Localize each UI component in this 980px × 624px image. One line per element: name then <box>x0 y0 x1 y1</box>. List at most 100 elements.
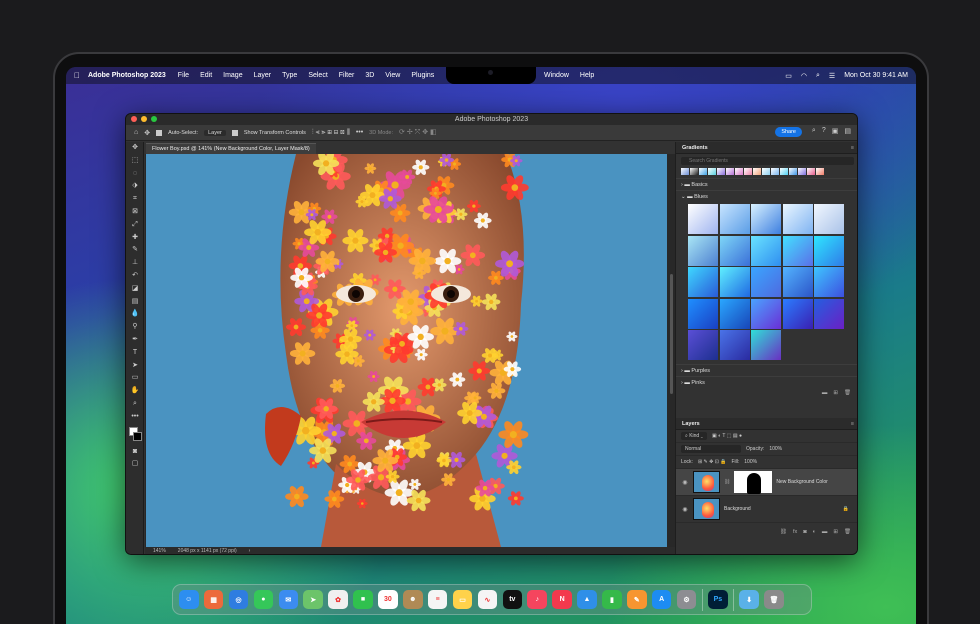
auto-select-dropdown[interactable]: Layer <box>204 129 226 136</box>
dodge-tool-icon[interactable]: ⚲ <box>126 321 144 334</box>
menu-file[interactable]: File <box>178 72 189 79</box>
app-name-menu[interactable]: Adobe Photoshop 2023 <box>88 72 166 79</box>
document-tab[interactable]: Flower Boy.psd @ 141% (New Background Co… <box>146 143 316 154</box>
gradient-swatch[interactable] <box>688 267 718 297</box>
3d-tools-icons[interactable]: ⟳ ✢ ⤧ ✥ ◧ <box>399 128 437 137</box>
move-tool-icon[interactable]: ✥ <box>144 129 150 137</box>
gradient-swatch[interactable] <box>717 168 725 175</box>
menu-plugins[interactable]: Plugins <box>411 72 434 79</box>
fx-icon[interactable]: fx <box>793 527 797 537</box>
gradients-tab[interactable]: Gradients ≡ <box>676 142 857 154</box>
hand-tool-icon[interactable]: ✋ <box>126 385 144 398</box>
notes-icon[interactable]: ▭ <box>452 589 473 610</box>
photos-icon[interactable]: ✿ <box>328 589 348 610</box>
tv-icon[interactable]: tv <box>502 589 523 610</box>
clock[interactable]: Mon Oct 30 9:41 AM <box>844 72 908 79</box>
healing-brush-tool-icon[interactable]: ✚ <box>126 232 144 245</box>
delete-icon[interactable]: 🗑 <box>844 388 851 398</box>
menu-help[interactable]: Help <box>580 72 594 79</box>
auto-select-checkbox[interactable] <box>156 129 163 136</box>
rectangle-tool-icon[interactable]: ▭ <box>126 372 144 385</box>
history-brush-tool-icon[interactable]: ↶ <box>126 270 144 283</box>
messages-icon[interactable]: ● <box>253 589 274 610</box>
frame-tool-icon[interactable]: ⊠ <box>126 206 144 219</box>
new-group-icon[interactable]: ▬ <box>822 527 828 537</box>
kind-filter-dropdown[interactable]: ⌕ Kind ⌄ <box>681 432 707 440</box>
gradient-swatch[interactable] <box>719 330 750 360</box>
new-layer-icon[interactable]: ⊞ <box>833 527 838 537</box>
gradient-swatch[interactable] <box>782 204 813 234</box>
minimize-window-button[interactable] <box>141 116 147 122</box>
gradient-swatch[interactable] <box>681 168 689 175</box>
zoom-window-button[interactable] <box>151 116 157 122</box>
gradient-search-input[interactable]: Search Gradients <box>681 157 854 165</box>
numbers-icon[interactable]: ▮ <box>602 589 622 610</box>
gradient-swatch[interactable] <box>719 235 750 266</box>
gradient-swatch[interactable] <box>708 168 716 175</box>
color-swatches-icon[interactable] <box>126 424 144 446</box>
pen-tool-icon[interactable]: ✒ <box>126 334 144 347</box>
gradient-swatch[interactable] <box>719 267 750 297</box>
marquee-tool-icon[interactable]: ⬚ <box>126 155 144 168</box>
menu-filter[interactable]: Filter <box>339 72 355 79</box>
music-icon[interactable]: ♪ <box>527 589 547 610</box>
crop-tool-icon[interactable]: ⌗ <box>126 193 144 206</box>
align-icons[interactable]: ⫶ ⫷ ⫸ ⊞ ⊟ ⊠ ⫼ <box>312 129 350 137</box>
launchpad-icon[interactable]: ▦ <box>203 589 224 610</box>
layer-new-background-color[interactable]: ◉ ⛓ New Background Color <box>676 469 857 496</box>
help-icon[interactable]: ? <box>822 127 826 135</box>
gradient-swatch[interactable] <box>814 235 844 266</box>
gradient-swatch[interactable] <box>735 168 743 175</box>
panel-menu-icon[interactable]: ≡ <box>851 418 854 430</box>
mail-icon[interactable]: ✉ <box>278 589 299 610</box>
system-settings-icon[interactable]: ⚙ <box>676 589 697 610</box>
news-icon[interactable]: N <box>552 589 572 610</box>
gradient-swatch[interactable] <box>688 204 718 234</box>
gradient-swatch[interactable] <box>726 168 734 175</box>
visibility-eye-icon[interactable]: ◉ <box>681 479 689 486</box>
gradient-swatch[interactable] <box>699 168 707 175</box>
panel-menu-icon[interactable]: ≡ <box>851 142 854 154</box>
search-icon[interactable]: ⌕ <box>812 127 816 135</box>
finder-icon[interactable]: ☺ <box>179 589 199 610</box>
gradient-swatch[interactable] <box>807 168 815 175</box>
eraser-tool-icon[interactable]: ◪ <box>126 283 144 296</box>
lock-icons[interactable]: ⊞ ✎ ✥ ⊡ 🔒 <box>698 456 727 469</box>
link-icon[interactable]: ⛓ <box>724 479 730 485</box>
share-button[interactable]: Share <box>775 127 802 137</box>
zoom-level[interactable]: 141% <box>153 547 166 554</box>
safari-icon[interactable]: ◎ <box>228 589 249 610</box>
gradient-swatch[interactable] <box>782 267 813 297</box>
menu-edit[interactable]: Edit <box>200 72 212 79</box>
gradient-swatch[interactable] <box>688 235 718 266</box>
freeform-icon[interactable]: ∿ <box>477 589 498 610</box>
edit-toolbar-icon[interactable]: ••• <box>126 411 144 424</box>
gradient-swatch[interactable] <box>751 298 781 329</box>
more-options-icon[interactable]: ••• <box>356 129 363 136</box>
layer-name[interactable]: New Background Color <box>776 479 827 485</box>
cast-icon[interactable]: ▭ <box>785 72 792 80</box>
contacts-icon[interactable]: ☻ <box>403 589 423 610</box>
transform-controls-checkbox[interactable] <box>231 129 238 136</box>
gradient-swatch[interactable] <box>816 168 824 175</box>
move-tool-icon[interactable]: ✥ <box>126 142 144 155</box>
folder-pinks[interactable]: › ▬ Pinks <box>676 376 857 388</box>
gradient-swatch[interactable] <box>753 168 761 175</box>
screen-mode-icon[interactable]: ▢ <box>126 458 144 471</box>
brush-tool-icon[interactable]: ✎ <box>126 244 144 257</box>
document-photo[interactable] <box>146 154 667 547</box>
facetime-icon[interactable]: ■ <box>353 589 373 610</box>
menu-window[interactable]: Window <box>544 72 569 79</box>
canvas-area[interactable] <box>145 154 675 547</box>
layers-tab[interactable]: Layers ≡ <box>676 418 857 430</box>
new-group-icon[interactable]: ▬ <box>822 388 828 398</box>
menu-view[interactable]: View <box>385 72 400 79</box>
blend-mode-dropdown[interactable]: Normal <box>681 445 741 453</box>
link-layers-icon[interactable]: ⛓ <box>780 527 787 537</box>
panel-icon[interactable]: ▤ <box>844 127 851 135</box>
menu-type[interactable]: Type <box>282 72 297 79</box>
control-center-icon[interactable]: ☰ <box>829 72 835 80</box>
visibility-eye-icon[interactable]: ◉ <box>681 506 689 513</box>
status-chevron-icon[interactable]: › <box>249 547 251 554</box>
opacity-value[interactable]: 100% <box>769 443 782 456</box>
